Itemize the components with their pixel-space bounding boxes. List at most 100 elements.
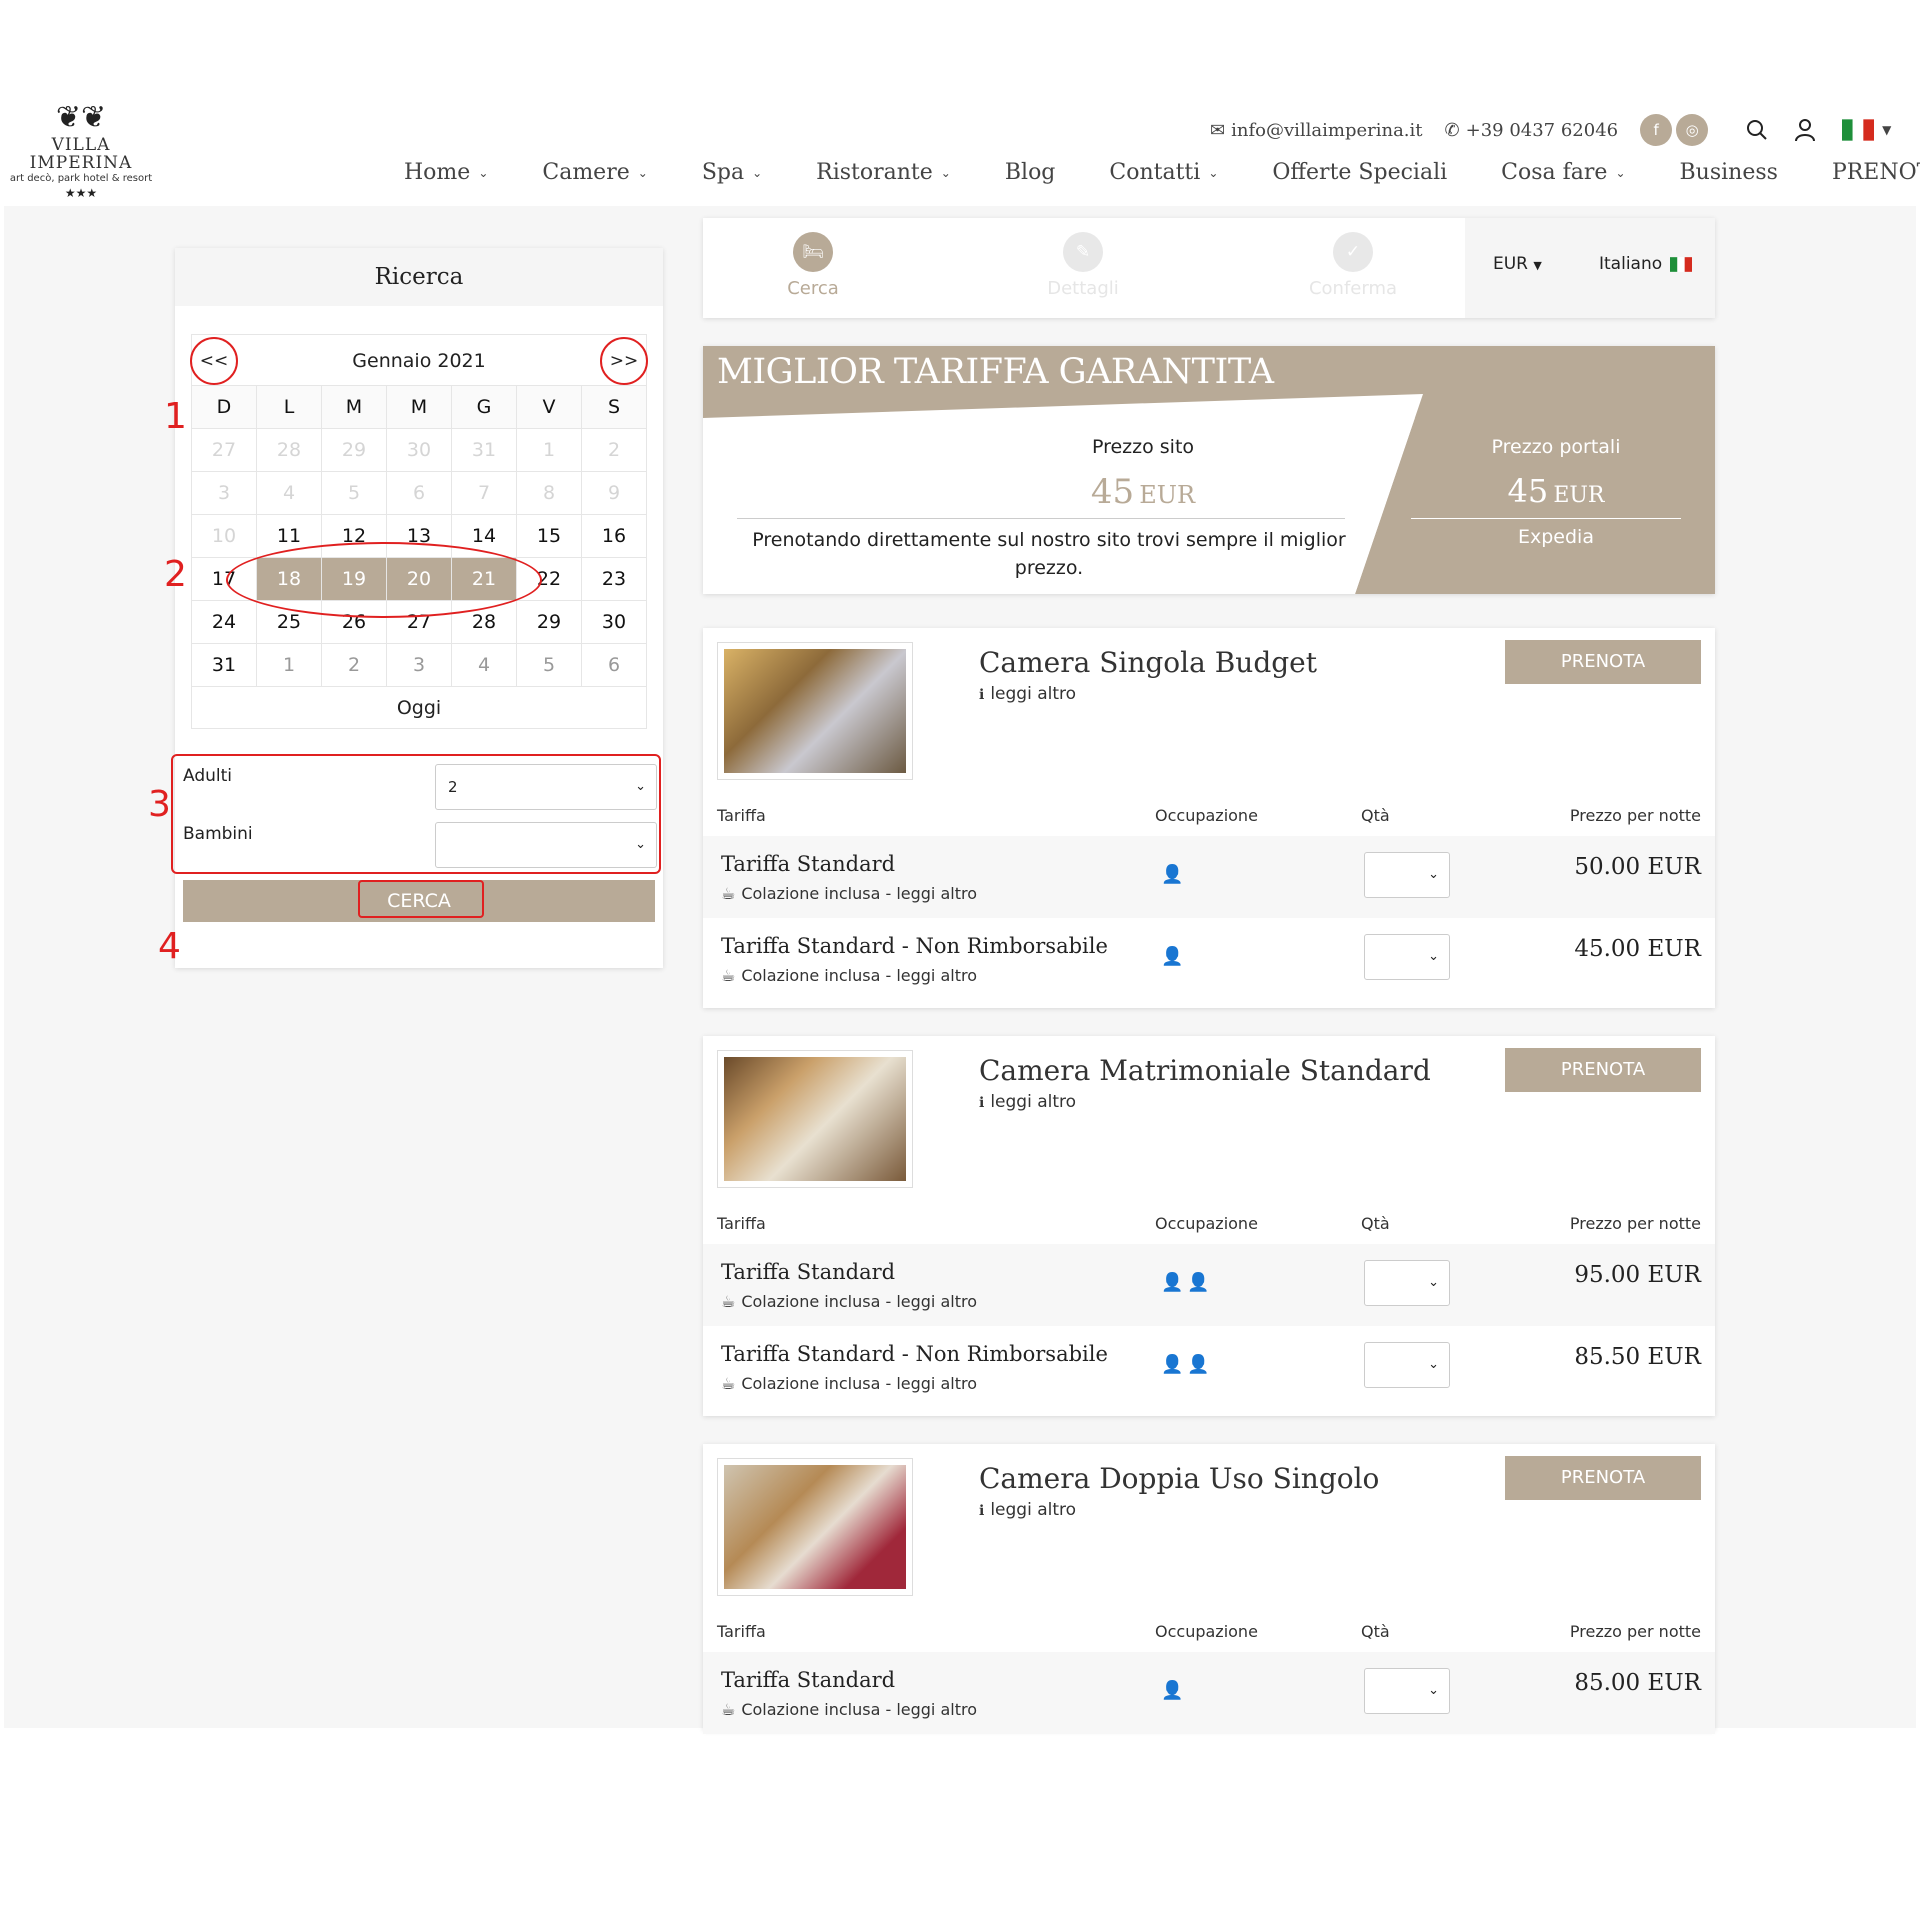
language-flag-dropdown[interactable]: ▼ — [1842, 119, 1891, 141]
quantity-select[interactable]: ⌄ — [1364, 1342, 1450, 1388]
person-icon: 👤 — [1161, 864, 1184, 885]
coffee-cup-icon: ☕ — [721, 1700, 736, 1719]
quantity-select[interactable]: ⌄ — [1364, 1668, 1450, 1714]
header-price: Prezzo per notte — [1569, 1214, 1701, 1233]
calendar-day[interactable]: 5 — [517, 644, 582, 687]
read-more-link[interactable]: ℹ leggi altro — [979, 1500, 1076, 1520]
nav-item-prenota[interactable]: PRENOTA — [1832, 160, 1920, 185]
children-select[interactable]: ⌄ — [435, 822, 657, 868]
chevron-down-icon: ⌄ — [1428, 949, 1439, 964]
main-nav: Home ⌄ Camere ⌄ Spa ⌄ Ristorante ⌄ Blog Cont… — [404, 160, 1920, 185]
person-icon: 👤 — [1161, 1680, 1184, 1701]
rate-price: 50.00 EUR — [1574, 854, 1701, 880]
calendar-day[interactable]: 1 — [257, 644, 322, 687]
weekday-header: M — [322, 386, 387, 429]
coffee-cup-icon: ☕ — [721, 1374, 736, 1393]
calendar-day[interactable]: 16 — [582, 515, 647, 558]
step-search[interactable]: 🛏 Cerca — [753, 232, 873, 299]
pencil-icon: ✎ — [1063, 232, 1103, 272]
facebook-icon[interactable]: f — [1640, 114, 1673, 146]
room-photo[interactable] — [717, 1050, 913, 1188]
rate-includes-link[interactable]: ☕ Colazione inclusa - leggi altro — [721, 1374, 977, 1393]
logo-subtitle: art decò, park hotel & resort — [9, 173, 153, 184]
calendar-day: 9 — [582, 472, 647, 515]
rate-includes-link[interactable]: ☕ Colazione inclusa - leggi altro — [721, 1292, 977, 1311]
nav-item-ristorante[interactable]: Ristorante ⌄ — [816, 160, 951, 185]
calendar-day[interactable]: 3 — [387, 644, 452, 687]
next-month-button[interactable]: >> — [600, 337, 648, 385]
calendar-day[interactable]: 4 — [452, 644, 517, 687]
calendar-day: 30 — [387, 429, 452, 472]
rate-row: Tariffa Standard ☕ Colazione inclusa - leg… — [703, 1244, 1715, 1326]
calendar-day[interactable]: 6 — [582, 644, 647, 687]
page: ❦❦ VILLA IMPERINA art decò, park hotel &… — [0, 0, 1920, 1919]
weekday-header: M — [387, 386, 452, 429]
nav-item-business[interactable]: Business — [1680, 160, 1778, 185]
adults-select[interactable]: 2 ⌄ — [435, 764, 657, 810]
nav-item-cosa-fare[interactable]: Cosa fare ⌄ — [1501, 160, 1625, 185]
language-selector[interactable]: Italiano — [1599, 254, 1693, 274]
calendar-day[interactable]: 30 — [582, 601, 647, 644]
header-rate: Tariffa — [717, 806, 766, 825]
occupancy: 👤 — [1161, 946, 1187, 967]
room-photo[interactable] — [717, 1458, 913, 1596]
chevron-down-icon: ⌄ — [1615, 165, 1626, 180]
divider — [737, 518, 1345, 519]
logo-stars: ★★★ — [64, 186, 98, 200]
room-photo[interactable] — [717, 642, 913, 780]
today-button[interactable]: Oggi — [191, 687, 647, 729]
nav-item-blog[interactable]: Blog — [1005, 160, 1056, 185]
rate-row: Tariffa Standard ☕ Colazione inclusa - leg… — [703, 1652, 1715, 1734]
book-button[interactable]: PRENOTA — [1505, 1048, 1701, 1092]
calendar-day[interactable]: 23 — [582, 558, 647, 601]
annotation-1: 1 — [164, 396, 187, 437]
rate-name: Tariffa Standard — [721, 852, 896, 876]
rate-includes-link[interactable]: ☕ Colazione inclusa - leggi altro — [721, 884, 977, 903]
calendar-day[interactable]: 15 — [517, 515, 582, 558]
calendar-day[interactable]: 24 — [192, 601, 257, 644]
info-icon: ℹ — [979, 687, 985, 703]
nav-item-home[interactable]: Home ⌄ — [404, 160, 488, 185]
phone-link[interactable]: ✆ +39 0437 62046 — [1445, 120, 1619, 141]
rate-includes-link[interactable]: ☕ Colazione inclusa - leggi altro — [721, 966, 977, 985]
read-more-link[interactable]: ℹ leggi altro — [979, 1092, 1076, 1112]
site-price-label: Prezzo sito — [1091, 436, 1195, 458]
nav-item-camere[interactable]: Camere ⌄ — [542, 160, 647, 185]
chevron-down-icon: ⌄ — [1208, 165, 1219, 180]
annotation-2: 2 — [164, 554, 187, 595]
chevron-down-icon: ▼ — [1882, 123, 1892, 137]
instagram-icon[interactable]: ◎ — [1676, 114, 1709, 146]
book-button[interactable]: PRENOTA — [1505, 1456, 1701, 1500]
room-card: Camera Matrimoniale Standard ℹ leggi altro… — [703, 1036, 1715, 1416]
info-icon: ℹ — [979, 1095, 985, 1111]
calendar-day[interactable]: 31 — [192, 644, 257, 687]
read-more-link[interactable]: ℹ leggi altro — [979, 684, 1076, 704]
currency-dropdown[interactable]: EUR ▼ — [1493, 254, 1542, 274]
prev-month-button[interactable]: << — [190, 337, 238, 385]
calendar-day: 8 — [517, 472, 582, 515]
hotel-logo[interactable]: ❦❦ VILLA IMPERINA art decò, park hotel &… — [6, 100, 156, 200]
search-icon[interactable] — [1746, 119, 1768, 141]
header-rate: Tariffa — [717, 1214, 766, 1233]
header-qty: Qtà — [1361, 1622, 1390, 1641]
portal-name: Expedia — [1518, 526, 1594, 548]
calendar-grid: D L M M G V S 27 28 29 30 31 1 2 3 4 5 6 7 8 9 10 11 12 13 14 15 16… — [191, 386, 647, 687]
occupancy: 👤 — [1161, 1680, 1187, 1701]
calendar-day[interactable]: 29 — [517, 601, 582, 644]
user-icon[interactable] — [1794, 118, 1816, 142]
rate-includes-link[interactable]: ☕ Colazione inclusa - leggi altro — [721, 1700, 977, 1719]
site-header: ❦❦ VILLA IMPERINA art decò, park hotel &… — [0, 100, 1920, 206]
quantity-select[interactable]: ⌄ — [1364, 1260, 1450, 1306]
bed-icon: 🛏 — [793, 232, 833, 272]
quantity-select[interactable]: ⌄ — [1364, 852, 1450, 898]
email-link[interactable]: ✉ info@villaimperina.it — [1210, 120, 1423, 141]
nav-item-offerte[interactable]: Offerte Speciali — [1272, 160, 1447, 185]
chevron-down-icon: ⌄ — [1428, 867, 1439, 882]
calendar-day[interactable]: 2 — [322, 644, 387, 687]
book-button[interactable]: PRENOTA — [1505, 640, 1701, 684]
nav-item-spa[interactable]: Spa ⌄ — [702, 160, 762, 185]
nav-item-contatti[interactable]: Contatti ⌄ — [1109, 160, 1218, 185]
quantity-select[interactable]: ⌄ — [1364, 934, 1450, 980]
coffee-cup-icon: ☕ — [721, 884, 736, 903]
weekday-header: S — [582, 386, 647, 429]
